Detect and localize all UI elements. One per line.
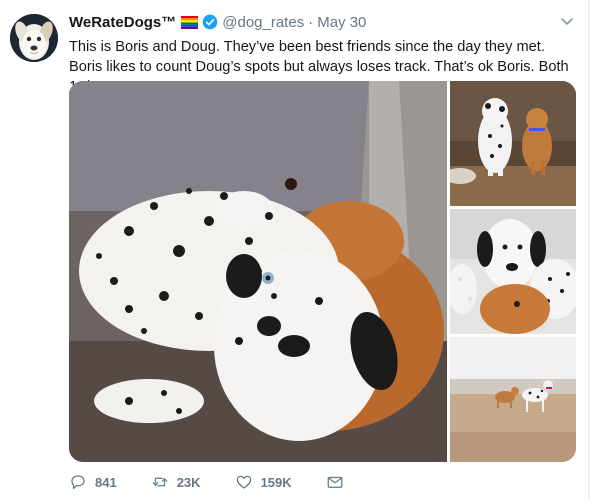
verified-badge-icon (202, 14, 218, 30)
like-count: 159K (260, 474, 292, 490)
avatar[interactable] (10, 14, 58, 62)
media-photo-middle[interactable] (450, 209, 576, 334)
chevron-down-icon[interactable] (560, 14, 574, 28)
tweet-card[interactable]: WeRateDogs™ @dog_rates · May 30 This is … (0, 0, 591, 500)
heart-icon (236, 475, 251, 489)
media-grid (69, 81, 576, 462)
direct-message-button[interactable] (326, 473, 352, 491)
media-photo-bottom[interactable] (450, 337, 576, 462)
like-button[interactable]: 159K (235, 473, 292, 491)
media-photo-top[interactable] (450, 81, 576, 206)
envelope-icon (327, 476, 342, 488)
author-handle[interactable]: @dog_rates (222, 14, 304, 31)
timeline-border (588, 0, 589, 500)
dog-face-avatar-icon (10, 14, 58, 62)
tweet-actions: 841 23K 159K (69, 472, 386, 492)
tweet-timestamp[interactable]: May 30 (317, 14, 366, 31)
puppies-on-beach-photo-icon (450, 337, 576, 462)
dalmatian-and-lab-puppies-photo-icon (69, 81, 447, 462)
puppies-standing-indoors-photo-icon (450, 81, 576, 206)
reply-icon (71, 475, 85, 489)
dalmatian-closeup-photo-icon (450, 209, 576, 334)
display-name[interactable]: WeRateDogs™ (69, 14, 176, 31)
media-photo-main[interactable] (69, 81, 447, 462)
header-separator: · (308, 13, 314, 31)
tweet-header: WeRateDogs™ @dog_rates · May 30 (69, 12, 366, 32)
rainbow-flag-icon (181, 15, 199, 29)
retweet-button[interactable]: 23K (151, 473, 201, 491)
reply-button[interactable]: 841 (69, 473, 117, 491)
reply-count: 841 (95, 474, 117, 490)
retweet-count: 23K (176, 474, 201, 490)
retweet-icon (152, 477, 168, 487)
